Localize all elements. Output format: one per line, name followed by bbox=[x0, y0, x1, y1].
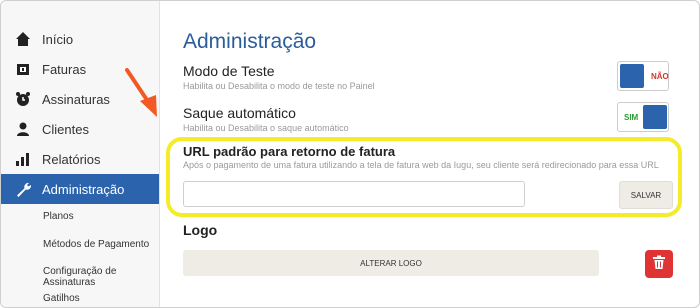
home-icon bbox=[15, 31, 31, 47]
subitem-planos[interactable]: Planos bbox=[43, 211, 74, 222]
toggle-state-label: NÃO bbox=[651, 72, 669, 81]
sidebar-item-label: Relatórios bbox=[42, 152, 101, 167]
sidebar-item-inicio[interactable]: Início bbox=[1, 24, 159, 54]
toggle-knob bbox=[643, 105, 667, 129]
user-icon bbox=[15, 121, 31, 137]
logo-title: Logo bbox=[183, 222, 218, 238]
auto-withdraw-title: Saque automático bbox=[183, 105, 296, 121]
return-url-title: URL padrão para retorno de fatura bbox=[183, 144, 396, 159]
bar-chart-icon bbox=[15, 151, 31, 167]
sidebar-item-label: Clientes bbox=[42, 122, 89, 137]
app-window: Início Faturas Assinaturas Clientes Rela bbox=[0, 0, 700, 308]
toggle-state-label: SIM bbox=[624, 113, 639, 122]
invoice-icon bbox=[15, 61, 31, 77]
test-mode-toggle[interactable]: NÃO bbox=[617, 61, 669, 91]
return-url-description: Após o pagamento de uma fatura utilizand… bbox=[183, 160, 659, 170]
annotation-arrow bbox=[125, 68, 157, 117]
test-mode-title: Modo de Teste bbox=[183, 63, 275, 79]
delete-logo-button[interactable] bbox=[645, 250, 673, 278]
sidebar-item-relatorios[interactable]: Relatórios bbox=[1, 144, 159, 174]
save-button[interactable]: SALVAR bbox=[619, 181, 673, 209]
test-mode-description: Habilita ou Desabilita o modo de teste n… bbox=[183, 81, 375, 91]
sidebar: Início Faturas Assinaturas Clientes Rela bbox=[1, 1, 160, 307]
return-url-input[interactable] bbox=[183, 181, 525, 207]
sidebar-item-label: Assinaturas bbox=[42, 92, 110, 107]
subitem-gatilhos[interactable]: Gatilhos bbox=[43, 293, 80, 304]
subitem-configuracao-assinaturas[interactable]: Configuração de Assinaturas bbox=[43, 266, 159, 288]
sidebar-item-administracao[interactable]: Administração bbox=[1, 174, 159, 204]
main-content: Administração Modo de Teste Habilita ou … bbox=[160, 1, 699, 307]
page-title: Administração bbox=[183, 30, 317, 53]
sidebar-item-label: Faturas bbox=[42, 62, 87, 77]
change-logo-button[interactable]: ALTERAR LOGO bbox=[183, 250, 599, 276]
wrench-icon bbox=[15, 181, 32, 197]
trash-icon bbox=[652, 255, 666, 274]
sidebar-item-label: Administração bbox=[42, 182, 125, 197]
subitem-metodos-pagamento[interactable]: Métodos de Pagamento bbox=[43, 239, 149, 250]
sidebar-item-label: Início bbox=[42, 32, 74, 47]
toggle-knob bbox=[620, 64, 644, 88]
auto-withdraw-toggle[interactable]: SIM bbox=[617, 102, 669, 132]
alarm-clock-icon bbox=[15, 91, 31, 107]
auto-withdraw-description: Habilita ou Desabilita o saque automátic… bbox=[183, 123, 349, 133]
